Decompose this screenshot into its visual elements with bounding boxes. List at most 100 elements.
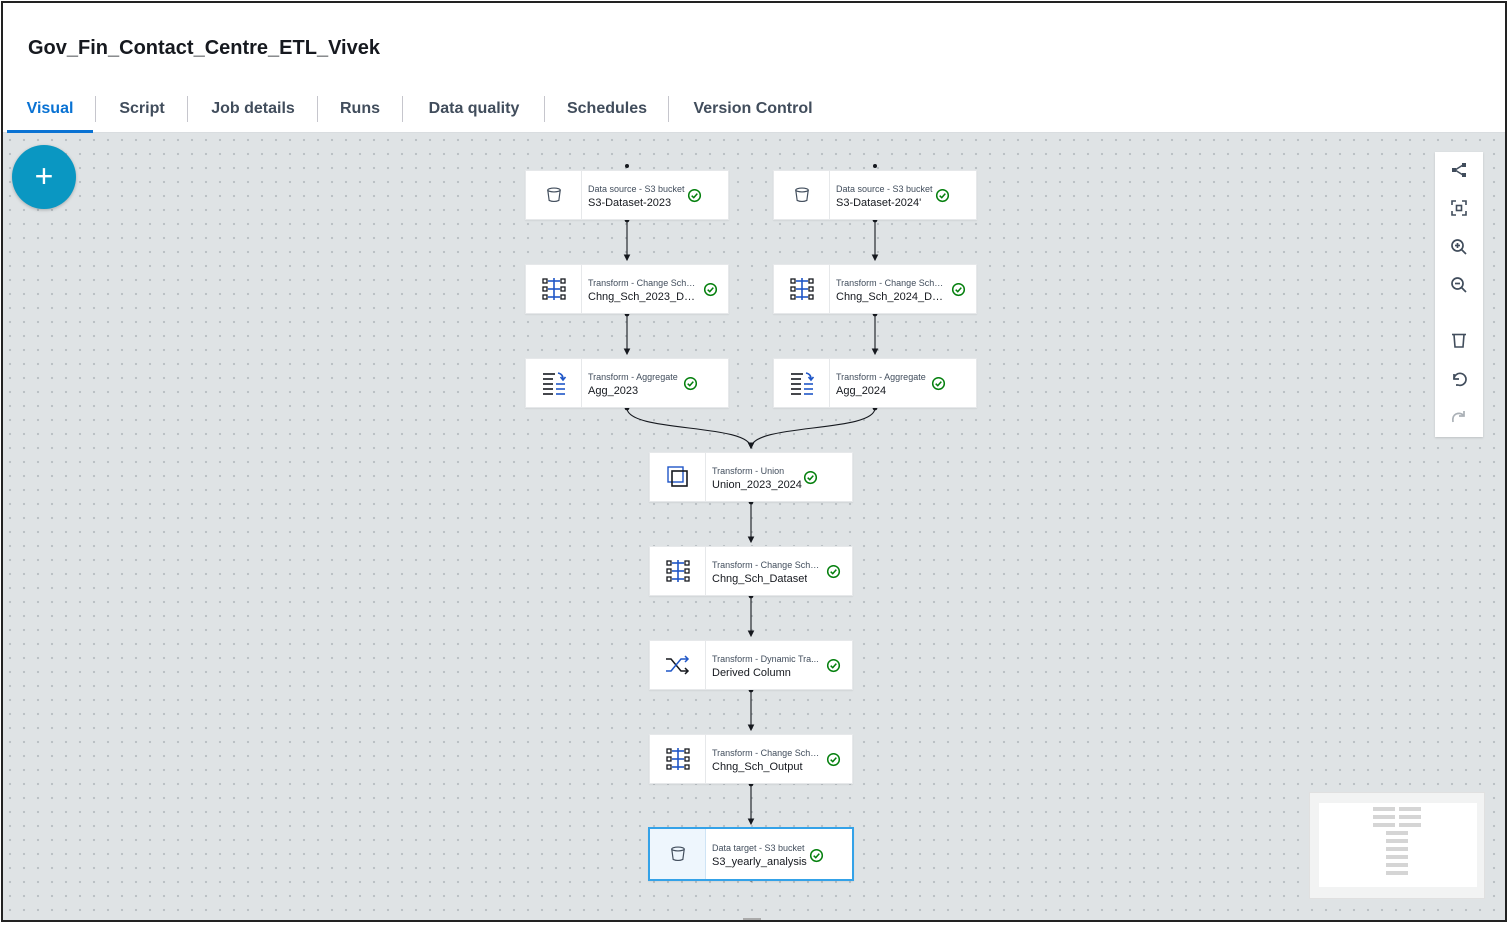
node-name: Chng_Sch_2023_Dat... xyxy=(588,291,698,303)
node-chng-sch-2023[interactable]: Transform - Change Sche... Chng_Sch_2023… xyxy=(525,264,729,314)
minimap-node xyxy=(1386,855,1408,859)
tab-script[interactable]: Script xyxy=(97,86,187,132)
valid-check-icon xyxy=(935,188,950,203)
valid-check-icon xyxy=(931,376,946,391)
layout-icon[interactable] xyxy=(1447,158,1471,182)
schema-icon xyxy=(541,276,567,302)
node-union[interactable]: Transform - Union Union_2023_2024 xyxy=(649,452,853,502)
node-chng-sch-dataset[interactable]: Transform - Change Sche... Chng_Sch_Data… xyxy=(649,546,853,596)
node-derived-column[interactable]: Transform - Dynamic Tra... Derived Colum… xyxy=(649,640,853,690)
valid-check-icon xyxy=(809,848,824,863)
valid-check-icon xyxy=(683,376,698,391)
tab-data-quality[interactable]: Data quality xyxy=(404,86,544,132)
node-type: Data source - S3 bucket xyxy=(588,184,685,194)
page-header: Gov_Fin_Contact_Centre_ETL_Vivek xyxy=(3,3,1505,87)
node-name: Agg_2023 xyxy=(588,385,639,397)
node-s3-yearly-analysis[interactable]: Data target - S3 bucket S3_yearly_analys… xyxy=(648,827,854,881)
minimap-node xyxy=(1373,823,1395,827)
node-icon-box xyxy=(774,359,830,407)
node-name: Union_2023_2024 xyxy=(712,479,802,491)
node-icon-box xyxy=(774,265,830,313)
node-type: Transform - Aggregate xyxy=(836,372,926,382)
node-icon-box xyxy=(650,641,706,689)
node-icon-box xyxy=(650,547,706,595)
canvas-toolbar xyxy=(1435,152,1483,437)
node-icon-box xyxy=(650,829,706,879)
tab-separator xyxy=(668,96,669,122)
valid-check-icon xyxy=(826,658,841,673)
tab-separator xyxy=(544,96,545,122)
fit-view-icon[interactable] xyxy=(1447,196,1471,220)
minimap-node xyxy=(1399,823,1421,827)
valid-check-icon xyxy=(826,752,841,767)
job-title: Gov_Fin_Contact_Centre_ETL_Vivek xyxy=(28,37,380,59)
node-s3-dataset-2023[interactable]: Data source - S3 bucket S3-Dataset-2023 xyxy=(525,170,729,220)
node-icon-box xyxy=(526,265,582,313)
node-name: Chng_Sch_Output xyxy=(712,761,803,773)
node-type: Data target - S3 bucket xyxy=(712,843,805,853)
minimap-node xyxy=(1399,815,1421,819)
node-icon-box xyxy=(650,453,706,501)
aggregate-icon xyxy=(541,370,567,396)
port-dot xyxy=(873,164,877,168)
tab-separator xyxy=(317,96,318,122)
node-type: Transform - Aggregate xyxy=(588,372,678,382)
node-name: Chng_Sch_Dataset xyxy=(712,573,808,585)
tab-version-control[interactable]: Version Control xyxy=(670,86,836,132)
zoom-out-icon[interactable] xyxy=(1447,273,1471,297)
node-chng-sch-output[interactable]: Transform - Change Sche... Chng_Sch_Outp… xyxy=(649,734,853,784)
node-type: Data source - S3 bucket xyxy=(836,184,933,194)
node-agg-2024[interactable]: Transform - Aggregate Agg_2024 xyxy=(773,358,977,408)
schema-icon xyxy=(789,276,815,302)
zoom-in-icon[interactable] xyxy=(1447,235,1471,259)
minimap[interactable] xyxy=(1309,792,1485,899)
minimap-node xyxy=(1373,807,1395,811)
node-agg-2023[interactable]: Transform - Aggregate Agg_2023 xyxy=(525,358,729,408)
glue-job-editor: Gov_Fin_Contact_Centre_ETL_Vivek Visual … xyxy=(1,1,1507,922)
node-name: Derived Column xyxy=(712,667,791,679)
node-name: Chng_Sch_2024_Dat... xyxy=(836,291,946,303)
node-name: Agg_2024 xyxy=(836,385,887,397)
tab-job-details[interactable]: Job details xyxy=(189,86,317,132)
tab-visual[interactable]: Visual xyxy=(7,86,93,133)
minimap-node xyxy=(1386,839,1408,843)
bucket-icon xyxy=(792,185,812,205)
bucket-icon xyxy=(668,844,688,864)
node-name: S3-Dataset-2023 xyxy=(588,197,672,209)
minimap-node xyxy=(1373,815,1395,819)
undo-icon[interactable] xyxy=(1447,367,1471,391)
valid-check-icon xyxy=(951,282,966,297)
resize-handle[interactable] xyxy=(743,918,761,920)
node-name: S3_yearly_analysis xyxy=(712,856,807,868)
tab-separator xyxy=(402,96,403,122)
redo-icon[interactable] xyxy=(1447,405,1471,429)
node-icon-box xyxy=(526,171,582,219)
shuffle-icon xyxy=(664,653,692,677)
tab-bar: Visual Script Job details Runs Data qual… xyxy=(3,86,1505,133)
tab-separator xyxy=(95,96,96,122)
schema-icon xyxy=(665,746,691,772)
node-icon-box xyxy=(526,359,582,407)
node-chng-sch-2024[interactable]: Transform - Change Sche... Chng_Sch_2024… xyxy=(773,264,977,314)
schema-icon xyxy=(665,558,691,584)
valid-check-icon xyxy=(687,188,702,203)
valid-check-icon xyxy=(703,282,718,297)
edge xyxy=(747,407,876,450)
node-s3-dataset-2024[interactable]: Data source - S3 bucket S3-Dataset-2024' xyxy=(773,170,977,220)
node-type: Transform - Change Sche... xyxy=(712,560,822,570)
tab-runs[interactable]: Runs xyxy=(319,86,401,132)
minimap-node xyxy=(1386,863,1408,867)
valid-check-icon xyxy=(803,470,818,485)
minimap-node xyxy=(1386,847,1408,851)
minimap-node xyxy=(1386,871,1408,875)
edge xyxy=(626,407,755,450)
node-type: Transform - Change Sche... xyxy=(588,278,698,288)
tab-schedules[interactable]: Schedules xyxy=(546,86,668,132)
delete-icon[interactable] xyxy=(1447,328,1471,352)
node-type: Transform - Union xyxy=(712,466,785,476)
edges-layer xyxy=(623,164,879,882)
tab-separator xyxy=(187,96,188,122)
visual-canvas[interactable]: + Data source - S3 bucket S3-Dataset-202… xyxy=(3,133,1505,920)
node-type: Transform - Change Sche... xyxy=(836,278,946,288)
node-type: Transform - Change Sche... xyxy=(712,748,822,758)
